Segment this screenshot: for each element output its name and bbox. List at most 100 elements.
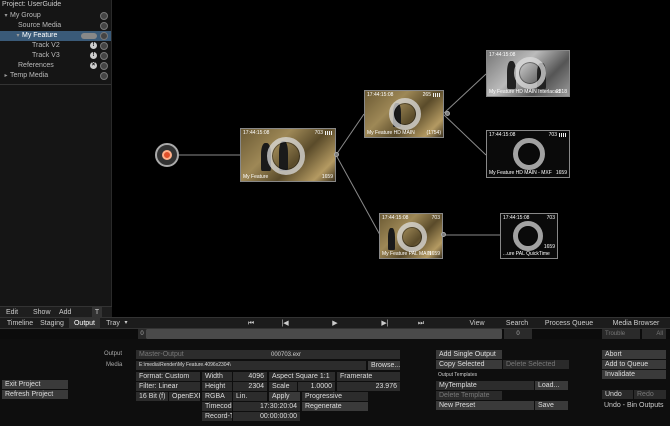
add-single-output-button[interactable]: Add Single Output [436,350,502,359]
tree-item-track-v3[interactable]: Track V3 ! [0,51,111,61]
node-hd-main[interactable]: 17:44:15:08 265 My Feature HD MAIN (1754… [364,90,444,138]
node-hd-mxf[interactable]: 17:44:15:08 703 My Feature HD MAIN - MXF… [486,130,570,178]
template-select[interactable]: MyTemplate [436,381,534,390]
previous-mark-icon[interactable]: ⏮ [244,318,258,329]
redo-button[interactable]: Redo [634,390,666,399]
filename-text: 000703.exr [271,352,302,358]
expand-triangle-icon[interactable]: ▸ [2,71,10,81]
info-icon[interactable]: ! [90,42,97,49]
timeline-scrub-bar[interactable] [146,329,502,339]
visibility-icon[interactable] [100,52,108,60]
scale-field[interactable]: 1.0000 [298,382,335,391]
delete-template-button[interactable]: Delete Template [436,391,502,400]
all-filter[interactable]: All [642,329,666,339]
step-forward-icon[interactable]: ▶| [378,318,392,329]
tab-timeline[interactable]: Timeline [3,318,37,329]
node-timecode: 17:44:15:08 [489,52,516,58]
copy-selected-button[interactable]: Copy Selected [436,360,502,369]
project-title: Project: UserGuide [2,1,62,8]
undo-button[interactable]: Undo [602,390,633,399]
new-preset-button[interactable]: New Preset [436,401,534,410]
out-point-field[interactable]: 0 [504,329,532,339]
tab-staging[interactable]: Staging [38,318,66,329]
delete-selected-button[interactable]: Delete Selected [503,360,569,369]
project-panel: Project: UserGuide ▾ My Group Source Medi… [0,0,112,306]
tab-tray[interactable]: Tray [104,318,122,329]
record-tc-field[interactable]: 00:00:00:00 [233,412,300,421]
regenerate-button[interactable]: Regenerate [302,402,368,411]
visibility-icon[interactable] [100,22,108,30]
aspect-select[interactable]: Aspect Square 1:1 [269,372,335,381]
exit-project-button[interactable]: Exit Project [2,380,68,389]
visibility-icon[interactable] [100,42,108,50]
bitdepth-select[interactable]: 16 Bit (f) [136,392,168,401]
output-settings-panel: Output Media Master-Output 000703.exr E:… [0,339,670,426]
apply-button[interactable]: Apply [269,392,300,401]
output-port[interactable] [334,152,339,157]
view-button[interactable]: View [466,318,488,329]
invalidate-button[interactable]: Invalidate [602,370,666,379]
process-queue-button[interactable]: Process Queue [544,318,594,329]
node-graph[interactable]: 17:44:15:08 703 My Feature 1659 17:44:15… [112,0,670,317]
format-select[interactable]: Format: Custom [136,372,200,381]
rgba-select[interactable]: RGBA [202,392,232,401]
tree-item-track-v2[interactable]: Track V2 ! [0,41,111,51]
trouble-filter[interactable]: Trouble [602,329,640,339]
progressive-select[interactable]: Progressive [302,392,368,401]
source-core-icon [162,150,172,160]
in-point-field[interactable]: 0 [138,329,146,339]
connection-line [335,113,365,156]
browse-button[interactable]: Browse... [368,361,400,370]
load-template-button[interactable]: Load... [535,381,568,390]
timecode-field[interactable]: 17:30:20:04 [233,402,300,411]
node-hd-interlaced[interactable]: 17:44:15:08 My Feature HD MAIN Interlace… [486,50,570,97]
next-mark-icon[interactable]: ⏭ [414,318,428,329]
abort-button[interactable]: Abort [602,350,666,359]
tree-item-my-feature[interactable]: ▾ My Feature [0,31,111,41]
link-icon[interactable]: × [90,62,97,69]
info-icon[interactable]: ! [90,52,97,59]
colorspace-select[interactable]: Lin. [233,392,267,401]
codec-select[interactable]: OpenEXR [169,392,200,401]
search-button[interactable]: Search [504,318,530,329]
visibility-icon[interactable] [100,62,108,70]
tree-item-temp-media[interactable]: ▸ Temp Media [0,71,111,81]
output-port[interactable] [441,232,446,237]
refresh-project-button[interactable]: Refresh Project [2,390,68,399]
save-preset-button[interactable]: Save [535,401,568,410]
height-field[interactable]: 2304 [233,382,267,391]
transport-row: 0 0 Trouble All [0,329,670,339]
expand-triangle-icon[interactable]: ▾ [2,11,10,21]
add-to-queue-button[interactable]: Add to Queue [602,360,666,369]
main-tab-bar: Timeline Staging Output Tray ▾ ⏮ |◀ ▶ ▶|… [0,317,670,329]
width-field[interactable]: 4096 [233,372,267,381]
output-path-field[interactable]: E:\media\Render\My Feature.4096x2304\ [136,361,366,370]
output-name-field[interactable]: Master-Output [136,350,400,359]
node-pal-quicktime[interactable]: 17:44:15:08 703 ...ure PAL QuickTime 165… [500,213,558,259]
media-browser-button[interactable]: Media Browser [611,318,661,329]
filter-select[interactable]: Filter: Linear [136,382,200,391]
visibility-icon[interactable] [100,32,108,40]
node-timecode: 17:44:15:08 [382,215,409,221]
tray-dropdown-icon[interactable]: ▾ [122,318,130,329]
expand-triangle-icon[interactable]: ▾ [14,31,22,41]
node-my-feature[interactable]: 17:44:15:08 703 My Feature 1659 [240,128,336,182]
node-count: (1754) [426,130,441,136]
media-source-icon[interactable] [155,143,179,167]
play-icon[interactable]: ▶ [328,318,342,329]
visibility-icon[interactable] [100,12,108,20]
tree-item-my-group[interactable]: ▾ My Group [0,11,111,21]
record-tc-label: Record-TC [202,412,232,421]
tree-item-source-media[interactable]: Source Media [0,21,111,31]
tab-output[interactable]: Output [69,318,100,329]
node-frames: 265 [422,92,431,98]
output-port[interactable] [445,111,450,116]
tree-item-label: References [18,62,54,69]
output-templates-label: Output Templates [438,372,478,378]
tree-item-references[interactable]: References × [0,61,111,71]
step-back-icon[interactable]: |◀ [278,318,292,329]
node-count: 1659 [428,251,440,257]
node-pal-main[interactable]: 17:44:15:08 703 My Feature PAL MAIN 1659 [379,213,443,259]
framerate-field[interactable]: 23.976 [337,382,400,391]
visibility-icon[interactable] [100,72,108,80]
